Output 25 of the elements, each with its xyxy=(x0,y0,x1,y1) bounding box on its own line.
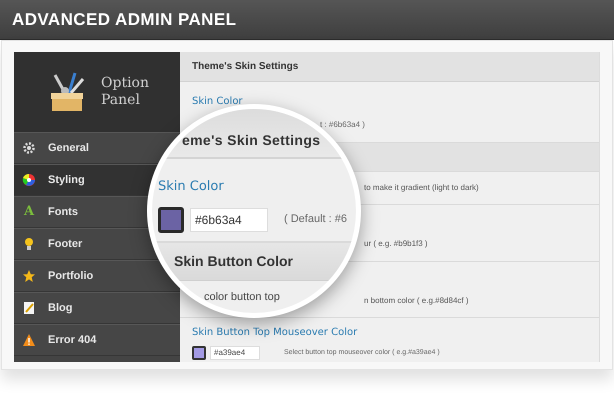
color-input[interactable]: #6b63a4 xyxy=(190,208,268,232)
default-note: ( Default : #6 xyxy=(284,212,347,228)
section-title: Theme's Skin Settings xyxy=(192,60,298,74)
letter-icon: A xyxy=(22,202,36,222)
warning-icon xyxy=(22,333,36,347)
header-title: ADVANCED ADMIN PANEL xyxy=(12,8,236,31)
section-title: Skin Button Color xyxy=(174,252,293,271)
star-icon xyxy=(22,269,36,283)
notepad-icon xyxy=(22,301,36,315)
hint-text: ur ( e.g. #b9b1f3 ) xyxy=(364,238,428,250)
option-label: Skin Color xyxy=(158,178,224,196)
color-swatch[interactable] xyxy=(158,206,184,232)
section-title: eme's Skin Settings xyxy=(182,131,320,150)
hint-text: n bottom color ( e.g.#8d84cf ) xyxy=(364,294,468,306)
default-note: t : #6b63a4 ) xyxy=(320,118,365,130)
color-input[interactable]: #a39ae4 xyxy=(210,346,260,360)
option-label: Skin Color xyxy=(192,94,244,108)
color-swatch[interactable] xyxy=(192,346,206,360)
settings-icon xyxy=(22,141,36,155)
lightbulb-icon xyxy=(22,237,36,251)
color-wheel-icon xyxy=(22,173,36,187)
hint-text: to make it gradient (light to dark) xyxy=(364,182,479,194)
option-label: Skin Button Top Mouseover Color xyxy=(192,326,358,340)
logo-text: Option Panel xyxy=(101,75,149,109)
hint-text: color button top xyxy=(204,291,280,303)
